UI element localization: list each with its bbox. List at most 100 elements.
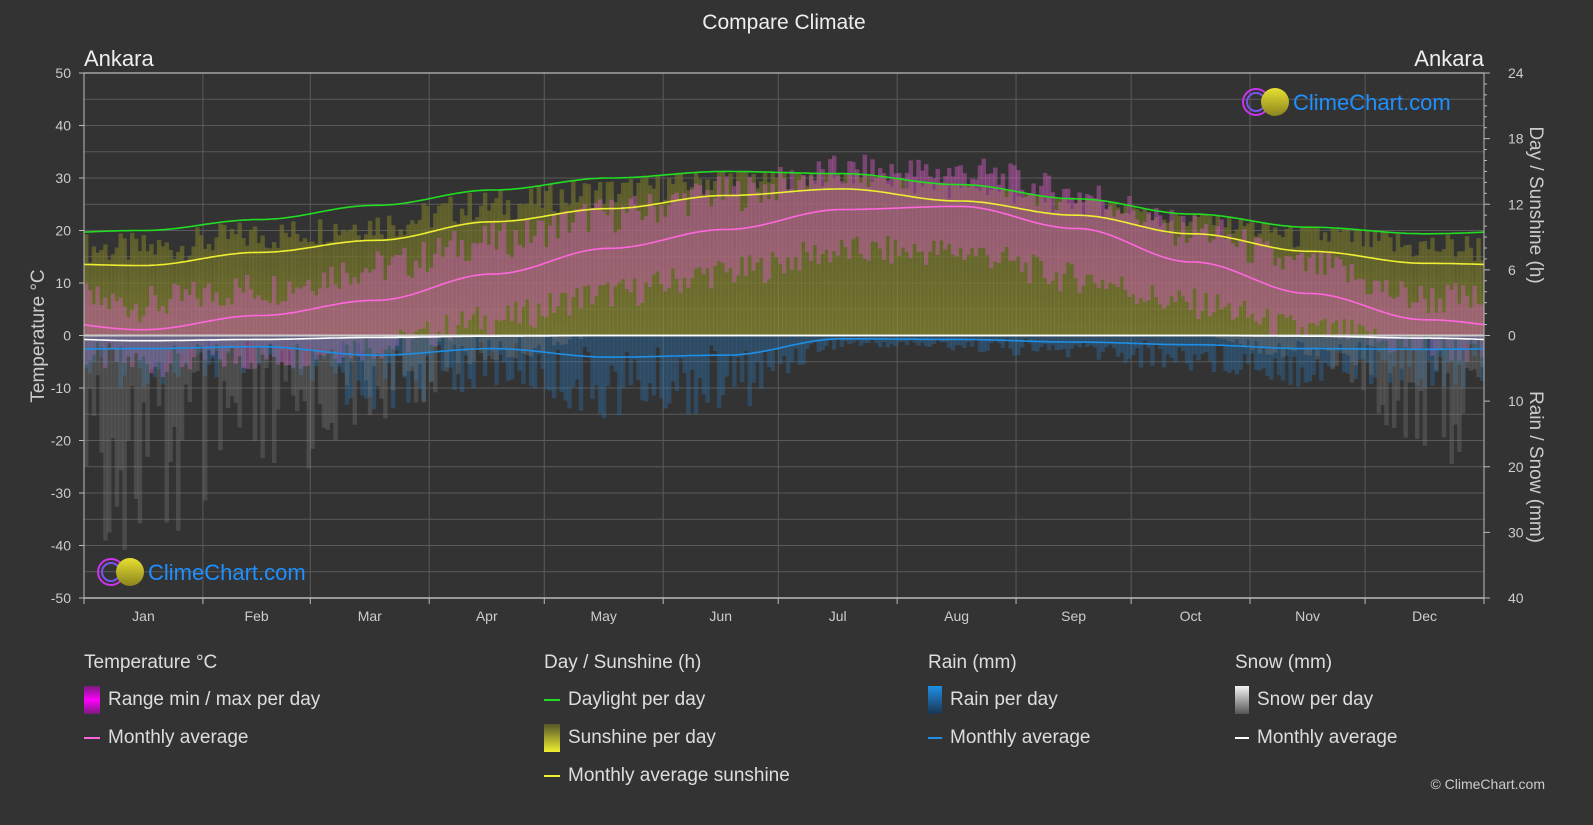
rain-bar: [739, 335, 745, 383]
temp-range-bar: [421, 241, 426, 329]
temp-range-bar: [866, 186, 871, 261]
temp-range-bar: [1219, 219, 1224, 310]
snow-bar: [1411, 335, 1416, 383]
temp-range-bar: [532, 235, 538, 328]
snow-bar: [310, 335, 315, 449]
rain-bar: [789, 335, 795, 363]
snow-bar: [133, 335, 139, 499]
legend-label: Snow per day: [1257, 689, 1374, 710]
temp-range-bar: [759, 202, 764, 258]
temp-range-bar: [1261, 243, 1266, 318]
snow-bar: [103, 335, 108, 541]
rain-bar: [1123, 335, 1128, 364]
snow-bar: [283, 335, 288, 382]
temp-range-bar: [1357, 278, 1362, 325]
snow-bar: [325, 335, 331, 430]
temp-range-bar: [1073, 202, 1079, 279]
temp-range-bar: [494, 249, 499, 320]
temp-range-bar: [1008, 163, 1013, 261]
rain-bar: [1012, 335, 1017, 356]
snow-bar: [1418, 335, 1424, 392]
right-top-tick-label: 18: [1508, 131, 1524, 147]
rain-bar: [996, 335, 1002, 344]
rain-bar: [1157, 335, 1163, 350]
temp-range-bar: [1054, 210, 1059, 273]
temp-range-bar: [843, 183, 848, 248]
temp-range-bar: [854, 169, 860, 237]
temp-range-bar: [498, 231, 503, 321]
snow-bar: [479, 335, 484, 354]
temp-range-bar: [1077, 192, 1082, 293]
temp-range-bar: [505, 254, 511, 306]
x-tick-label: Sep: [1061, 608, 1086, 624]
rain-bar: [594, 335, 599, 386]
temp-range-bar: [1211, 239, 1217, 313]
snow-bar: [356, 335, 361, 343]
snow-bar: [183, 335, 189, 385]
snow-bar: [1457, 335, 1462, 452]
snow-bar: [559, 335, 565, 345]
temp-range-bar: [1234, 247, 1240, 318]
rain-bar: [1119, 335, 1125, 353]
temp-range-bar: [448, 240, 453, 341]
temp-range-bar: [966, 187, 971, 255]
temp-range-bar: [502, 222, 507, 321]
snow-bar: [1460, 335, 1466, 414]
temp-range-bar: [870, 159, 875, 242]
left-tick-label: -20: [51, 433, 71, 449]
rain-bar: [1131, 335, 1136, 355]
temp-range-bar: [686, 216, 691, 288]
temp-range-bar: [513, 230, 519, 302]
snow-bar: [1265, 335, 1270, 355]
legend-item: Monthly average sunshine: [544, 764, 790, 788]
temp-range-bar: [900, 188, 906, 248]
temp-range-bar: [835, 175, 841, 256]
legend-title: Snow (mm): [1235, 652, 1333, 673]
rain-bar: [655, 335, 660, 348]
logo-sun-icon: [116, 558, 144, 586]
rain-bar: [682, 335, 687, 374]
temp-range-bar: [1372, 280, 1378, 329]
rain-bar: [1092, 335, 1098, 348]
rain-bar: [1115, 335, 1121, 357]
temp-range-bar: [410, 277, 415, 340]
temp-range-bar: [908, 160, 914, 259]
snow-bar: [164, 335, 169, 523]
temp-range-bar: [517, 244, 522, 324]
rain-bar: [962, 335, 967, 349]
temp-range-bar: [1395, 296, 1401, 340]
temp-range-bar: [705, 190, 710, 269]
temp-range-bar: [1334, 257, 1339, 321]
rain-bar: [544, 335, 549, 390]
temp-range-bar: [801, 175, 806, 242]
location-left: Ankara: [84, 46, 154, 71]
temp-range-bar: [1046, 175, 1052, 285]
snow-bar: [329, 335, 334, 424]
temp-range-bar: [1265, 241, 1270, 309]
temp-range-bar: [1284, 256, 1289, 318]
snow-bar: [551, 335, 557, 346]
temp-range-bar: [429, 267, 434, 346]
x-tick-label: Dec: [1412, 608, 1437, 624]
temp-range-bar: [970, 178, 975, 249]
temp-range-bar: [578, 208, 584, 309]
temp-range-bar: [632, 195, 637, 279]
snow-bar: [1315, 335, 1320, 360]
rain-bar: [613, 335, 618, 372]
temp-range-bar: [1345, 282, 1351, 340]
temp-range-bar: [521, 247, 526, 308]
rain-bar: [693, 335, 699, 414]
legend-label: Sunshine per day: [568, 727, 716, 748]
snow-bar: [187, 335, 192, 403]
rain-bar: [1204, 335, 1209, 353]
snow-bar: [229, 335, 235, 397]
snow-bar: [425, 335, 430, 353]
temp-range-bar: [463, 260, 469, 328]
rain-bar: [1138, 335, 1144, 368]
rain-bar: [697, 335, 703, 378]
rain-bar: [958, 335, 963, 346]
snow-bar: [1441, 335, 1447, 438]
rain-bar: [1196, 335, 1201, 361]
left-tick-label: -40: [51, 538, 71, 554]
temp-range-bar: [609, 199, 614, 307]
